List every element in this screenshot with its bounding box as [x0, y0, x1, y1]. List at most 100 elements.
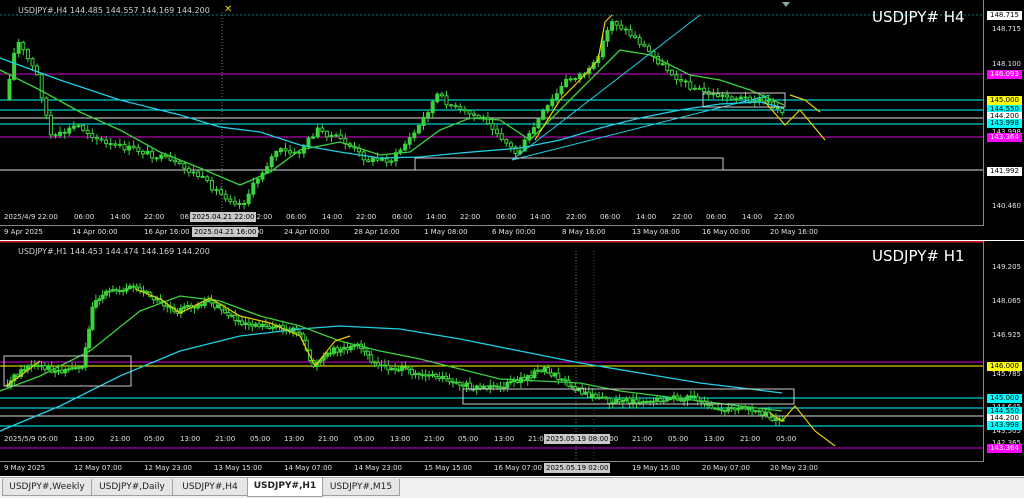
candle-body [682, 399, 687, 402]
candle-body [173, 159, 178, 163]
candle-body [679, 78, 684, 82]
candle-body [107, 290, 112, 293]
candle-body [472, 113, 477, 116]
candle-body [644, 400, 649, 403]
candle-body [251, 182, 256, 195]
candle-body [99, 138, 104, 141]
candle-body [182, 163, 187, 169]
grid-time-tag: 2025.04.21 22:00 [190, 212, 257, 222]
candle-body [733, 407, 738, 411]
candle-body [491, 385, 496, 388]
candle-body [76, 124, 81, 127]
candle-body [389, 367, 394, 371]
grid-time-label: 22:00 [672, 213, 693, 221]
projection-line [534, 14, 613, 141]
candle-body [688, 81, 693, 90]
candle-body [229, 314, 234, 317]
candle-body [430, 101, 435, 114]
candle-body [255, 178, 260, 184]
grid-time-label: 13:00 [284, 435, 305, 443]
candle-body [464, 382, 469, 387]
candle-body [568, 78, 573, 81]
candle-body [545, 105, 550, 112]
candle-body [692, 395, 697, 398]
candle-body [325, 352, 330, 357]
tab-usdjpy-weekly[interactable]: USDJPY#,Weekly [2, 479, 92, 496]
candle-body [76, 366, 81, 369]
chart-canvas-h4[interactable] [0, 0, 1024, 240]
candle-body [376, 362, 381, 367]
candle-body [720, 94, 725, 98]
tab-usdjpy-h4[interactable]: USDJPY#,H4 [172, 479, 248, 496]
grid-time-label: 05:00 [458, 435, 479, 443]
candle-body [447, 378, 452, 383]
candle-body [597, 397, 602, 400]
candle-body [205, 176, 210, 181]
candle-body [334, 134, 339, 137]
candle-body [458, 106, 463, 110]
candle-body [240, 320, 245, 326]
candle-body [209, 179, 214, 191]
price-tag: 145.000 [987, 96, 1022, 105]
chart-panel-h4[interactable]: USDJPY#,H4 144.485 144.557 144.169 144.2… [0, 0, 1024, 240]
candle-body [413, 372, 418, 376]
candle-body [253, 323, 258, 327]
tab-usdjpy-h1[interactable]: USDJPY#,H1 [247, 478, 323, 497]
candle-body [150, 150, 155, 159]
time-axis-h1[interactable]: 9 May 2025 12 May 07:00 12 May 23:00 13 May… [0, 461, 984, 476]
candle-body [270, 326, 275, 329]
candle-body [753, 410, 758, 413]
candle-body [648, 400, 653, 403]
chart-info-h4: USDJPY#,H4 144.485 144.557 144.169 144.2… [18, 6, 210, 15]
chart-shift-marker-icon[interactable] [782, 2, 790, 7]
chart-title-h1: USDJPY# H1 [872, 247, 965, 265]
price-scale-h4[interactable]: 148.715148.100146.560145.000144.200143.9… [983, 0, 1024, 240]
grid-time-label: 22:00 [356, 213, 377, 221]
candle-body [328, 352, 333, 355]
candle-body [556, 372, 561, 381]
candle-body [369, 354, 374, 363]
candle-body [678, 399, 683, 402]
candle-body [620, 400, 625, 403]
candle-body [722, 410, 727, 413]
candle-body [761, 97, 766, 102]
candle-body [619, 24, 624, 30]
candle-body [250, 324, 255, 327]
tab-usdjpy-daily[interactable]: USDJPY#,Daily [91, 479, 173, 496]
time-axis-label: 20 May 23:00 [770, 464, 819, 472]
price-tag: 148.715 [987, 11, 1022, 20]
time-axis-label: 20 May 07:00 [702, 464, 751, 472]
candle-body [614, 398, 619, 404]
ma-slow-line [0, 325, 783, 432]
chart-panel-h1[interactable]: USDJPY#,H1 144.453 144.474 144.169 144.2… [0, 241, 1024, 476]
candle-body [83, 347, 88, 368]
candle-body [716, 407, 721, 410]
candle-body [729, 96, 734, 100]
chart-tab-bar: USDJPY#,Weekly USDJPY#,Daily USDJPY#,H4 … [0, 477, 1024, 498]
candle-body [338, 348, 343, 353]
candle-body [541, 110, 546, 120]
candle-body [85, 129, 90, 134]
candle-body [549, 372, 554, 377]
candle-body [246, 322, 251, 326]
candle-body [274, 151, 279, 158]
price-scale-h1[interactable]: 149.205148.065146.925145.785144.645143.5… [983, 241, 1024, 476]
candle-body [93, 300, 98, 308]
candle-body [444, 375, 449, 380]
time-axis-h4[interactable]: 9 Apr 202514 Apr 00:0016 Apr 16:0021 Apr… [0, 225, 984, 240]
candle-body [200, 175, 205, 178]
time-axis-label: 16 May 07:00 [494, 464, 543, 472]
grid-time-label: 05:00 [250, 435, 271, 443]
candle-body [668, 398, 673, 401]
tab-usdjpy-m15[interactable]: USDJPY#,M15 [322, 479, 400, 496]
candle-body [529, 375, 534, 379]
candle-body [263, 324, 268, 327]
candle-body [366, 159, 371, 163]
candle-body [155, 298, 160, 301]
candle-body [372, 361, 377, 364]
candle-body [421, 116, 426, 127]
grid-time-label: 06:00 [496, 213, 517, 221]
candle-body [546, 367, 551, 374]
candle-body [90, 306, 95, 330]
grid-time-label: 22:00 [774, 213, 795, 221]
